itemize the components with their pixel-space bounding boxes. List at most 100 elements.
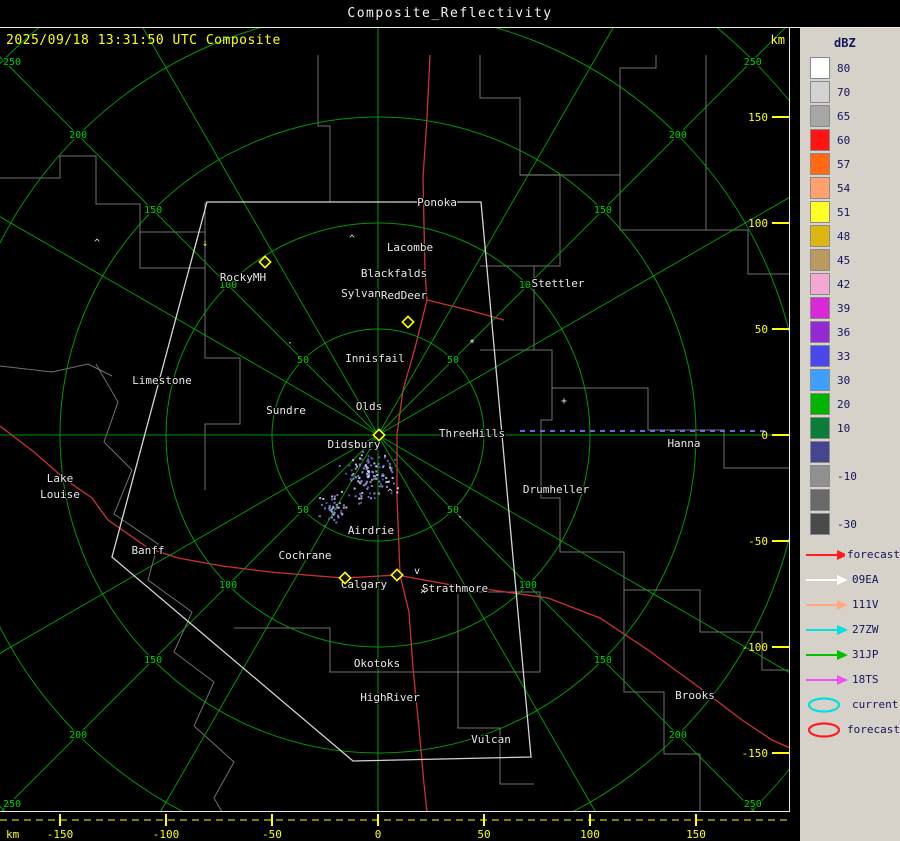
- track-arrow-icon: [806, 574, 848, 585]
- storm-marker: ^: [387, 488, 393, 499]
- radar-echo-pixel: [373, 492, 376, 495]
- storm-marker: ·: [457, 512, 463, 523]
- legend-symbol-row: 09EA: [804, 567, 900, 592]
- radar-echo-pixel: [376, 473, 379, 476]
- right-axis-tick-label: 150: [748, 111, 768, 124]
- colorbar-value: 36: [837, 325, 851, 339]
- colorbar-row: [800, 440, 900, 464]
- radar-map[interactable]: 505050 50100100100 100150150150 15020020020…: [0, 28, 790, 812]
- radar-echo-pixel: [349, 477, 352, 480]
- radar-echo-pixel: [361, 458, 364, 461]
- city-label: Hanna: [667, 437, 700, 450]
- radar-echo-pixel: [348, 464, 351, 467]
- radar-echo-pixel: [345, 506, 348, 509]
- city-label: Strathmore: [422, 582, 488, 595]
- county-boundary: [619, 55, 707, 231]
- radar-echo-pixel: [333, 511, 336, 514]
- colorbar-swatch: [810, 369, 830, 391]
- county-boundary: [520, 55, 657, 176]
- radar-echo-pixel: [353, 487, 356, 490]
- radar-echo-pixel: [381, 473, 384, 476]
- radar-echo-pixel: [323, 525, 326, 528]
- distance-scale: -150 -100 -50 0 50 100 150 km: [0, 814, 790, 841]
- city-label: RedDeer: [381, 289, 428, 302]
- county-boundary: [457, 591, 541, 673]
- radar-echo-pixel: [388, 466, 391, 469]
- radar-echo-pixel: [358, 477, 361, 480]
- radar-echo-pixel: [319, 497, 322, 500]
- colorbar-row: 20: [800, 392, 900, 416]
- colorbar-value: 57: [837, 157, 851, 171]
- track-arrow-icon: [806, 674, 848, 685]
- range-label: 100: [519, 580, 537, 591]
- radar-echo-pixel: [383, 456, 386, 459]
- colorbar-swatch: [810, 105, 830, 127]
- range-label: 200: [69, 730, 87, 741]
- city-label: Didsbury: [328, 438, 381, 451]
- radar-echo-pixel: [384, 454, 387, 457]
- legend-panel: dBZ 80 70 65 60 57 54 51 48 45 42 39 36 33 30 20 10 -10 -…: [800, 28, 900, 841]
- radar-echo-pixel: [370, 464, 373, 467]
- colorbar-swatch: [810, 273, 830, 295]
- radar-echo-pixel: [357, 480, 360, 483]
- range-label: 50: [447, 355, 459, 366]
- radar-echo-pixel: [333, 495, 336, 498]
- radar-echo-pixel: [370, 456, 373, 459]
- right-axis-tick-label: 100: [748, 217, 768, 230]
- colorbar-value: -10: [837, 469, 857, 483]
- storm-marker: *: [469, 338, 475, 349]
- radar-echo-pixel: [378, 485, 381, 488]
- colorbar-row: 42: [800, 272, 900, 296]
- right-axis-tick-label: -150: [742, 747, 769, 760]
- colorbar-swatch: [810, 417, 830, 439]
- bottom-axis-tick-label: 0: [375, 828, 382, 841]
- city-label: Lake: [47, 472, 74, 485]
- range-label: 100: [219, 580, 237, 591]
- radar-echo-pixel: [377, 463, 380, 466]
- radar-echo-pixel: [391, 471, 394, 474]
- colorbar-value: 65: [837, 109, 851, 123]
- colorbar-value: 30: [837, 373, 851, 387]
- bottom-axis-unit-label: km: [6, 828, 20, 841]
- legend-symbol-label: 31JP: [852, 648, 879, 661]
- radar-echo-pixel: [330, 516, 333, 519]
- bottom-axis-tick-label: -100: [153, 828, 180, 841]
- radar-echo-pixel: [324, 507, 327, 510]
- city-label: Okotoks: [354, 657, 400, 670]
- city-label: ThreeHills: [439, 427, 505, 440]
- city-label: Sylvan: [341, 287, 381, 300]
- radar-echo-pixel: [369, 481, 372, 484]
- radar-echo-pixel: [333, 497, 336, 500]
- range-label: 50: [297, 505, 309, 516]
- radar-echo-pixel: [375, 477, 378, 480]
- city-label: RockyMH: [220, 271, 266, 284]
- radar-echo-pixel: [361, 451, 364, 454]
- title-bar: Composite_Reflectivity: [0, 0, 900, 28]
- radar-echo-pixel: [360, 454, 363, 457]
- track-arrow-icon: [806, 599, 848, 610]
- radar-echo-pixel: [365, 482, 368, 485]
- storm-marker: v: [414, 566, 420, 577]
- radar-echo-pixel: [359, 481, 362, 484]
- radar-echo-pixel: [362, 467, 365, 470]
- city-label: HighRiver: [360, 691, 420, 704]
- radar-echo-pixel: [367, 455, 370, 458]
- track-arrow-icon: [806, 549, 846, 560]
- bottom-axis-tick-label: 50: [477, 828, 490, 841]
- colorbar-value: 60: [837, 133, 851, 147]
- radar-echo-pixel: [340, 490, 343, 493]
- colorbar-value: 48: [837, 229, 851, 243]
- radar-echo-pixel: [396, 487, 399, 490]
- radar-echo-pixel: [373, 462, 376, 465]
- range-label: 150: [144, 655, 162, 666]
- radar-echo-pixel: [381, 485, 384, 488]
- scale-unit-label: dBZ: [834, 36, 856, 50]
- colorbar-row: -30: [800, 512, 900, 536]
- city-label: Sundre: [266, 404, 306, 417]
- radar-echo-pixel: [334, 507, 337, 510]
- radar-echo-pixel: [360, 497, 363, 500]
- colorbar-value: 51: [837, 205, 851, 219]
- radar-coverage-outline: [111, 201, 532, 762]
- county-boundary: [0, 363, 113, 377]
- colorbar-row: 48: [800, 224, 900, 248]
